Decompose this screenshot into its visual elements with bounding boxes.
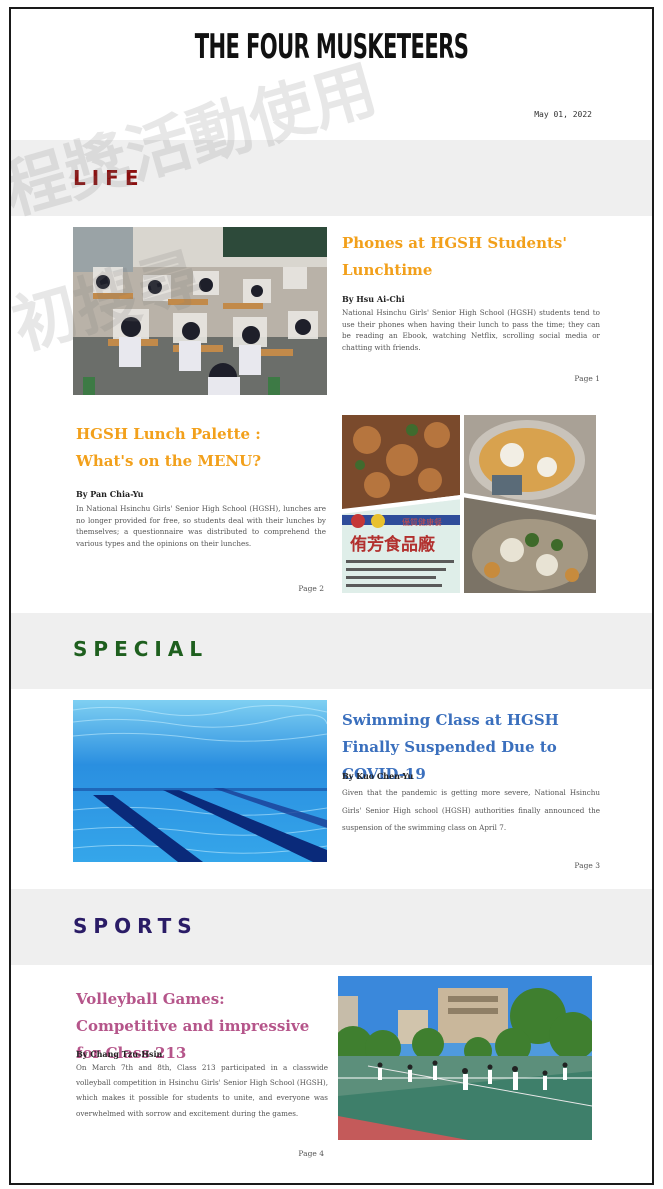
article-3-summary: Given that the pandemic is getting more … — [342, 788, 600, 832]
lunchbox-sign-small: 優質健康餐 — [402, 517, 442, 527]
section-title-sports: SPORTS — [73, 914, 198, 938]
article-2-headline[interactable]: HGSH Lunch Palette : What's on the MENU? — [76, 421, 326, 475]
lunchbox-collage-icon[interactable]: 優質健康餐 侑芳食品廠 — [342, 415, 596, 593]
section-title-life: LIFE — [73, 166, 145, 190]
section-title-special: SPECIAL — [73, 637, 209, 661]
article-2-byline: By Pan Chia-Yu — [76, 489, 144, 499]
article-3-byline: By Kuo Chen-Yu — [342, 771, 414, 781]
article-2-headline-line2: What's on the MENU? — [76, 452, 262, 470]
article-4-page[interactable]: Page 4 — [266, 1149, 324, 1158]
article-3-page[interactable]: Page 3 — [542, 861, 600, 870]
article-1-headline[interactable]: Phones at HGSH Students' Lunchtime — [342, 230, 602, 284]
masthead-title: THE FOUR MUSKETEERS — [194, 27, 469, 67]
article-4-byline: By Chang Tzu-Hsin — [76, 1049, 163, 1059]
article-4-summary: On March 7th and 8th, Class 213 particip… — [76, 1063, 328, 1118]
article-1-summary: National Hsinchu Girls' Senior High Scho… — [342, 308, 600, 352]
lunchbox-sign-text: 侑芳食品廠 — [350, 534, 436, 555]
article-2-page[interactable]: Page 2 — [266, 584, 324, 593]
article-1-byline: By Hsu Ai-Chi — [342, 294, 405, 304]
swimming-pool-icon[interactable] — [73, 700, 327, 862]
article-1-page[interactable]: Page 1 — [542, 374, 600, 383]
volleyball-court-icon[interactable] — [338, 976, 592, 1140]
issue-date: May 01, 2022 — [534, 110, 592, 119]
article-2-summary: In National Hsinchu Girls' Senior High S… — [76, 504, 326, 548]
classroom-lunch-icon[interactable] — [73, 227, 327, 395]
article-2-headline-line1: HGSH Lunch Palette : — [76, 425, 261, 443]
newsletter-page: THE FOUR MUSKETEERS May 01, 2022 LIFE Ph… — [9, 7, 654, 1185]
